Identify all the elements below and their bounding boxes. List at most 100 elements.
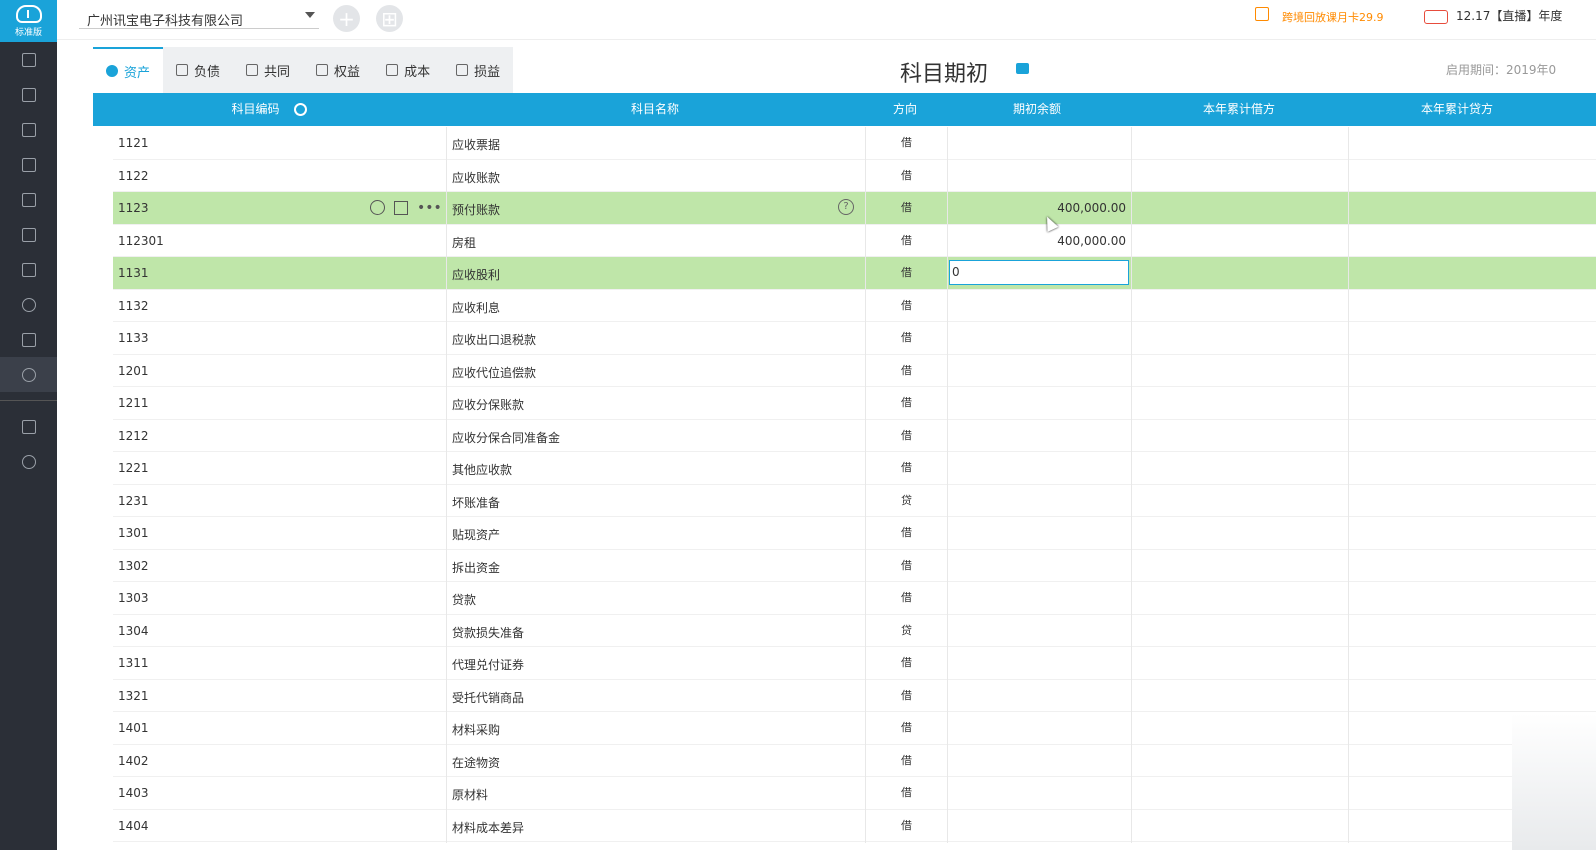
opening-balance[interactable]: 400,000.00 xyxy=(949,225,1126,257)
add-sub-account-icon[interactable] xyxy=(370,200,385,215)
opening-balance[interactable] xyxy=(949,452,1126,484)
table-row[interactable]: 1231 坏账准备 贷 xyxy=(113,484,1596,518)
tab-2[interactable]: 共同 xyxy=(233,47,303,93)
opening-balance[interactable] xyxy=(949,387,1126,419)
more-icon[interactable]: ••• xyxy=(417,201,442,215)
video-icon xyxy=(21,419,36,434)
opening-balance[interactable] xyxy=(949,127,1126,159)
header-direction: 方向 xyxy=(892,102,917,116)
table-row[interactable]: 1402 在途物资 借 xyxy=(113,744,1596,778)
table-row[interactable]: 1303 贷款 借 xyxy=(113,582,1596,615)
help-icon[interactable]: ? xyxy=(838,199,854,215)
table-row[interactable]: 1403 原材料 借 xyxy=(113,777,1596,810)
chevron-down-icon[interactable] xyxy=(305,12,315,18)
column-divider xyxy=(947,744,948,778)
tab-3[interactable]: 权益 xyxy=(303,47,373,93)
gear-icon[interactable] xyxy=(293,103,307,116)
opening-balance[interactable]: 400,000.00 xyxy=(949,192,1126,224)
table-row[interactable]: 1211 应收分保账款 借 xyxy=(113,387,1596,420)
sidebar-item-asset[interactable] xyxy=(0,182,57,217)
table-row[interactable]: 112301 房租 借 400,000.00 xyxy=(113,224,1596,258)
opening-balance[interactable] xyxy=(949,615,1126,647)
table-row[interactable]: 1404 材料成本差异 借 xyxy=(113,809,1596,843)
column-divider xyxy=(947,549,948,583)
table-row[interactable]: 1304 贷款损失准备 贷 xyxy=(113,614,1596,648)
table-row[interactable]: 1122 应收账款 借 xyxy=(113,159,1596,193)
opening-balance-input[interactable]: 0 xyxy=(949,260,1129,285)
tab-5[interactable]: 损益 xyxy=(443,47,513,93)
table-row[interactable]: 1321 受托代销商品 借 xyxy=(113,679,1596,713)
add-company-button[interactable]: + xyxy=(333,5,360,32)
sidebar-item-invoice[interactable] xyxy=(0,322,57,357)
opening-balance[interactable] xyxy=(949,777,1126,809)
grid-button[interactable]: ⊞ xyxy=(376,5,403,32)
opening-balance[interactable] xyxy=(949,550,1126,582)
table-row[interactable]: 1212 应收分保合同准备金 借 xyxy=(113,419,1596,453)
column-divider xyxy=(446,354,447,388)
company-selector[interactable]: 广州讯宝电子科技有限公司 xyxy=(79,7,319,29)
opening-balance[interactable] xyxy=(949,647,1126,679)
sidebar-item-chart[interactable] xyxy=(0,112,57,147)
promo-link[interactable]: 跨境回放课月卡29.9 xyxy=(1282,9,1384,25)
opening-balance[interactable] xyxy=(949,745,1126,777)
tab-label: 权益 xyxy=(334,64,361,80)
opening-balance[interactable] xyxy=(949,322,1126,354)
table-row[interactable]: 1201 应收代位追偿款 借 xyxy=(113,354,1596,388)
sidebar-item-speed[interactable] xyxy=(0,444,57,479)
sidebar-item-book[interactable] xyxy=(0,217,57,252)
account-name: 原材料 xyxy=(452,788,489,802)
video-help-icon[interactable] xyxy=(1016,63,1029,74)
opening-balance[interactable] xyxy=(949,290,1126,322)
table-row[interactable]: 1401 材料采购 借 xyxy=(113,712,1596,745)
tab-1[interactable]: 负债 xyxy=(163,47,233,93)
account-direction: 借 xyxy=(901,721,912,734)
tab-0[interactable]: 资产 xyxy=(93,47,164,93)
account-name: 应收股利 xyxy=(452,268,501,282)
account-code: 1403 xyxy=(118,786,149,800)
opening-balance[interactable] xyxy=(949,160,1126,192)
table-row[interactable]: 1121 应收票据 借 xyxy=(113,127,1596,160)
column-divider xyxy=(1131,582,1132,615)
account-name: 应收代位追偿款 xyxy=(452,365,537,380)
column-divider xyxy=(865,679,866,713)
table-row[interactable]: 1132 应收利息 借 xyxy=(113,289,1596,323)
column-divider xyxy=(446,419,447,453)
sidebar-item-salary[interactable] xyxy=(0,287,57,322)
app-logo[interactable]: 标准版 xyxy=(0,0,57,42)
opening-balance[interactable] xyxy=(949,485,1126,517)
table-row[interactable]: 1221 其他应收款 借 xyxy=(113,452,1596,485)
opening-balance[interactable] xyxy=(949,420,1126,452)
sidebar-item-report[interactable] xyxy=(0,147,57,182)
sidebar-item-shirt[interactable] xyxy=(0,252,57,287)
opening-balance[interactable] xyxy=(949,517,1126,549)
table-row[interactable]: 1123 预付账款 借 400,000.00 •••? xyxy=(113,192,1596,225)
account-name: 房租 xyxy=(452,235,477,250)
live-notice[interactable]: 12.17【直播】年度 xyxy=(1424,7,1562,24)
account-direction: 借 xyxy=(901,688,912,702)
table-row[interactable]: 1302 拆出资金 借 xyxy=(113,549,1596,583)
sidebar-item-ledger[interactable] xyxy=(0,77,57,112)
column-divider xyxy=(446,647,447,680)
column-divider xyxy=(865,777,866,810)
tab-4[interactable]: 成本 xyxy=(373,47,443,93)
table-row[interactable]: 1311 代理兑付证券 借 xyxy=(113,647,1596,680)
column-divider xyxy=(1348,647,1349,680)
sidebar-item-voucher[interactable] xyxy=(0,42,57,77)
column-divider xyxy=(1131,224,1132,258)
opening-balance[interactable] xyxy=(949,582,1126,614)
column-divider xyxy=(1348,614,1349,648)
opening-balance[interactable] xyxy=(949,680,1126,712)
opening-balance[interactable] xyxy=(949,810,1126,842)
opening-balance[interactable] xyxy=(949,355,1126,387)
opening-balance[interactable] xyxy=(949,712,1126,744)
sidebar-item-video[interactable] xyxy=(0,409,57,444)
column-divider xyxy=(446,777,447,810)
sidebar-item-settings[interactable] xyxy=(0,357,57,392)
table-row[interactable]: 1131 应收股利 借 0 xyxy=(113,257,1596,290)
table-row[interactable]: 1133 应收出口退税款 借 xyxy=(113,322,1596,355)
table-row[interactable]: 1301 贴现资产 借 xyxy=(113,517,1596,550)
account-code: 1221 xyxy=(118,461,149,475)
account-code: 1311 xyxy=(118,656,149,670)
edit-icon[interactable] xyxy=(394,200,408,215)
column-divider xyxy=(1348,387,1349,420)
